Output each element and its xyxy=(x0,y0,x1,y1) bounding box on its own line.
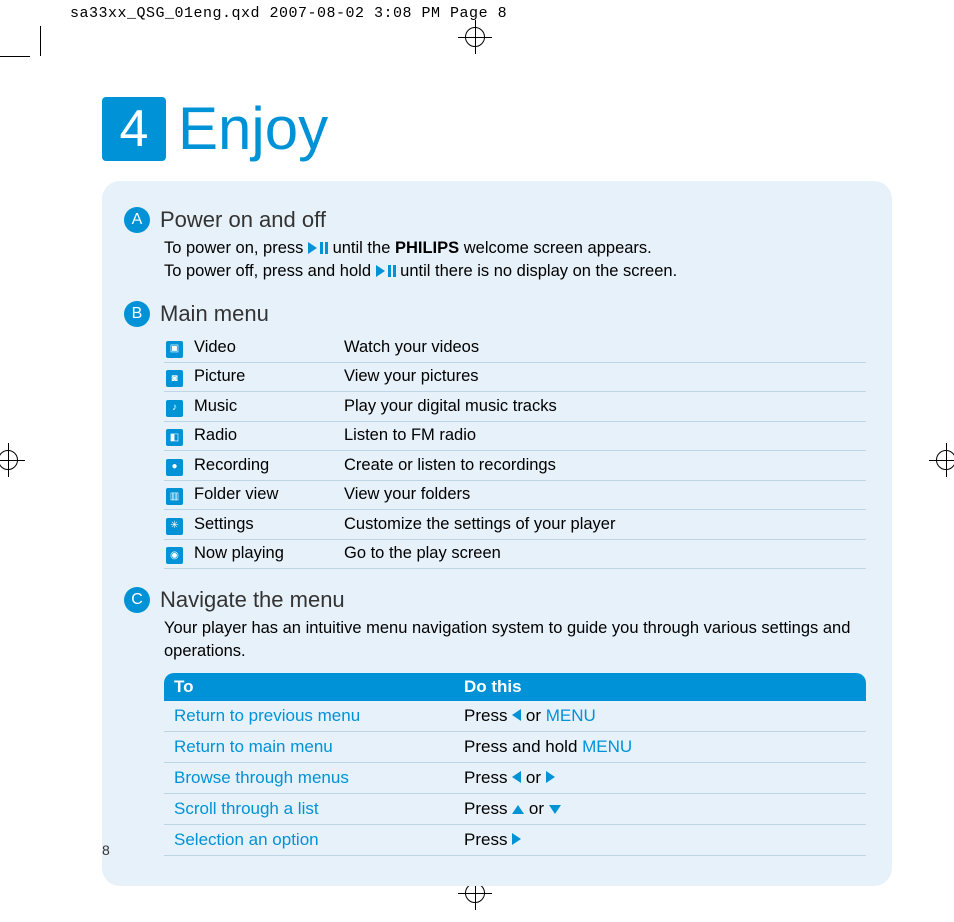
right-arrow-icon xyxy=(512,830,521,849)
nav-to: Selection an option xyxy=(164,825,454,856)
music-icon: ♪ xyxy=(166,400,183,417)
menu-item-name: Video xyxy=(192,333,342,362)
crop-register-left xyxy=(0,445,23,475)
table-row: ▣ VideoWatch your videos xyxy=(164,333,866,362)
table-row: Selection an option Press xyxy=(164,825,866,856)
nav-do: Press xyxy=(454,825,866,856)
nav-do: Press and hold MENU xyxy=(454,732,866,763)
menu-item-name: Folder view xyxy=(192,480,342,510)
menu-item-name: Radio xyxy=(192,421,342,451)
section-title-main-menu: Main menu xyxy=(160,301,269,327)
section-navigate: C Navigate the menu Your player has an i… xyxy=(128,587,866,856)
left-arrow-icon xyxy=(512,768,521,787)
power-on-text-post: welcome screen appears. xyxy=(459,239,652,257)
main-menu-table: ▣VideoWatch your videos ◙PictureView you… xyxy=(164,333,866,569)
right-arrow-icon xyxy=(546,768,555,787)
nav-do-text: or xyxy=(521,706,546,725)
philips-bold: PHILIPS xyxy=(395,239,459,257)
menu-item-desc: Go to the play screen xyxy=(342,539,866,569)
nav-do-text: Press xyxy=(464,799,512,818)
menu-item-desc: Watch your videos xyxy=(342,333,866,362)
menu-item-desc: View your folders xyxy=(342,480,866,510)
crop-header-text: sa33xx_QSG_01eng.qxd 2007-08-02 3:08 PM … xyxy=(70,5,507,22)
nav-do-text: or xyxy=(521,768,546,787)
now-playing-icon: ◉ xyxy=(166,547,183,564)
section-letter-a: A xyxy=(124,207,150,233)
table-row: ✳ SettingsCustomize the settings of your … xyxy=(164,510,866,540)
menu-item-name: Recording xyxy=(192,451,342,481)
section-letter-b: B xyxy=(124,301,150,327)
menu-label: MENU xyxy=(546,706,596,725)
menu-item-name: Now playing xyxy=(192,539,342,569)
crop-register-top xyxy=(460,22,490,52)
nav-to: Return to main menu xyxy=(164,732,454,763)
menu-item-desc: Create or listen to recordings xyxy=(342,451,866,481)
table-row: Return to previous menu Press or MENU xyxy=(164,701,866,732)
nav-do-text: or xyxy=(524,799,549,818)
section-main-menu: B Main menu ▣VideoWatch your videos ◙Pic… xyxy=(128,301,866,569)
table-row: Browse through menus Press or xyxy=(164,763,866,794)
section-body-power: To power on, press until the PHILIPS wel… xyxy=(164,237,866,283)
up-arrow-icon xyxy=(512,799,524,818)
nav-to: Return to previous menu xyxy=(164,701,454,732)
menu-item-desc: Listen to FM radio xyxy=(342,421,866,451)
nav-to: Scroll through a list xyxy=(164,794,454,825)
picture-icon: ◙ xyxy=(166,370,183,387)
power-on-text-mid: until the xyxy=(328,239,395,257)
settings-icon: ✳ xyxy=(166,518,183,535)
page: 4 Enjoy A Power on and off To power on, … xyxy=(42,58,912,872)
nav-do: Press or MENU xyxy=(454,701,866,732)
power-off-text-pre: To power off, press and hold xyxy=(164,262,376,280)
nav-to: Browse through menus xyxy=(164,763,454,794)
recording-icon: ● xyxy=(166,459,183,476)
menu-item-name: Music xyxy=(192,392,342,422)
menu-item-desc: View your pictures xyxy=(342,362,866,392)
page-number: 8 xyxy=(102,842,110,858)
power-off-text-post: until there is no display on the screen. xyxy=(396,262,678,280)
nav-header-do: Do this xyxy=(454,673,866,701)
menu-item-name: Settings xyxy=(192,510,342,540)
chapter-heading: 4 Enjoy xyxy=(102,94,912,163)
nav-do: Press or xyxy=(454,763,866,794)
down-arrow-icon xyxy=(549,799,561,818)
section-power: A Power on and off To power on, press un… xyxy=(128,207,866,283)
section-title-navigate: Navigate the menu xyxy=(160,587,345,613)
nav-do-text: Press and hold xyxy=(464,737,582,756)
video-icon: ▣ xyxy=(166,341,183,358)
table-row: Return to main menu Press and hold MENU xyxy=(164,732,866,763)
play-pause-icon xyxy=(376,265,396,277)
chapter-title: Enjoy xyxy=(178,94,328,163)
table-row: ◉ Now playingGo to the play screen xyxy=(164,539,866,569)
nav-do-text: Press xyxy=(464,768,512,787)
menu-item-desc: Customize the settings of your player xyxy=(342,510,866,540)
play-pause-icon xyxy=(308,242,328,254)
navigate-table: To Do this Return to previous menu Press… xyxy=(164,673,866,856)
radio-icon: ◧ xyxy=(166,429,183,446)
power-on-text-pre: To power on, press xyxy=(164,239,308,257)
nav-header-to: To xyxy=(164,673,454,701)
menu-item-desc: Play your digital music tracks xyxy=(342,392,866,422)
content-panel: A Power on and off To power on, press un… xyxy=(102,181,892,886)
left-arrow-icon xyxy=(512,706,521,725)
table-row: ◧ RadioListen to FM radio xyxy=(164,421,866,451)
section-letter-c: C xyxy=(124,587,150,613)
table-row: ◙ PictureView your pictures xyxy=(164,362,866,392)
nav-do-text: Press xyxy=(464,706,512,725)
section-intro-navigate: Your player has an intuitive menu naviga… xyxy=(164,617,866,663)
nav-do-text: Press xyxy=(464,830,512,849)
nav-do: Press or xyxy=(454,794,866,825)
table-row: ● RecordingCreate or listen to recordings xyxy=(164,451,866,481)
folder-icon: ▥ xyxy=(166,488,183,505)
table-row: Scroll through a list Press or xyxy=(164,794,866,825)
table-row: ▥ Folder viewView your folders xyxy=(164,480,866,510)
menu-item-name: Picture xyxy=(192,362,342,392)
chapter-number-badge: 4 xyxy=(102,97,166,161)
table-row: ♪ MusicPlay your digital music tracks xyxy=(164,392,866,422)
menu-label: MENU xyxy=(582,737,632,756)
section-title-power: Power on and off xyxy=(160,207,326,233)
crop-register-right xyxy=(931,445,954,475)
